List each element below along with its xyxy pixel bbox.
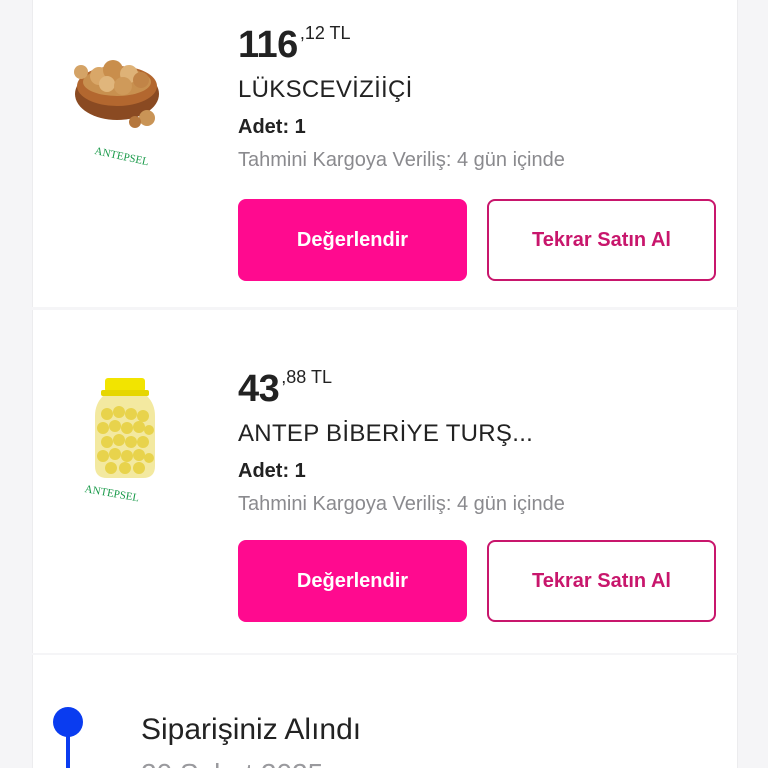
price-fraction: ,88 TL <box>281 367 332 387</box>
product-name[interactable]: LÜKSCEVİZİİÇİ <box>238 76 565 104</box>
brand-logo: ANTEPSEL <box>94 145 151 168</box>
product-info: 116,12 TL LÜKSCEVİZİİÇİ Adet: 1 Tahmini … <box>238 24 565 172</box>
order-item-card: ANTEPSEL 116,12 TL LÜKSCEVİZİİÇİ Adet: 1… <box>32 0 738 307</box>
walnut-bowl-icon: ANTEPSEL <box>74 60 159 168</box>
product-image[interactable]: ANTEPSEL <box>55 366 165 506</box>
timeline-dot-icon <box>53 707 83 737</box>
brand-logo: ANTEPSEL <box>84 483 141 504</box>
shipping-estimate: Tahmini Kargoya Veriliş: 4 gün içinde <box>238 493 565 515</box>
review-button[interactable]: Değerlendir <box>238 540 467 622</box>
buy-again-button[interactable]: Tekrar Satın Al <box>487 199 716 281</box>
price-integer: 43 <box>238 368 280 410</box>
price-fraction: ,12 TL <box>299 23 351 43</box>
product-quantity: Adet: 1 <box>238 116 306 138</box>
product-price: 43,88 TL <box>238 368 565 412</box>
shipping-estimate: Tahmini Kargoya Veriliş: 4 gün içinde <box>238 149 565 171</box>
order-status-timeline: Siparişiniz Alındı 20 Şubat 2025 <box>32 655 738 768</box>
product-price: 116,12 TL <box>238 24 565 68</box>
order-detail-screen: ANTEPSEL 116,12 TL LÜKSCEVİZİİÇİ Adet: 1… <box>0 0 768 768</box>
order-item-card: ANTEPSEL 43,88 TL ANTEP BİBERİYE TURŞ...… <box>32 310 738 653</box>
review-button[interactable]: Değerlendir <box>238 199 467 281</box>
status-title: Siparişiniz Alındı <box>141 713 362 746</box>
product-name[interactable]: ANTEP BİBERİYE TURŞ... <box>238 420 565 448</box>
product-info: 43,88 TL ANTEP BİBERİYE TURŞ... Adet: 1 … <box>238 368 565 516</box>
price-integer: 116 <box>238 24 298 66</box>
pickle-jar-icon: ANTEPSEL <box>84 378 155 504</box>
product-quantity: Adet: 1 <box>238 460 306 482</box>
status-date: 20 Şubat 2025 <box>141 758 323 768</box>
buy-again-button[interactable]: Tekrar Satın Al <box>487 540 716 622</box>
product-image[interactable]: ANTEPSEL <box>55 30 165 170</box>
